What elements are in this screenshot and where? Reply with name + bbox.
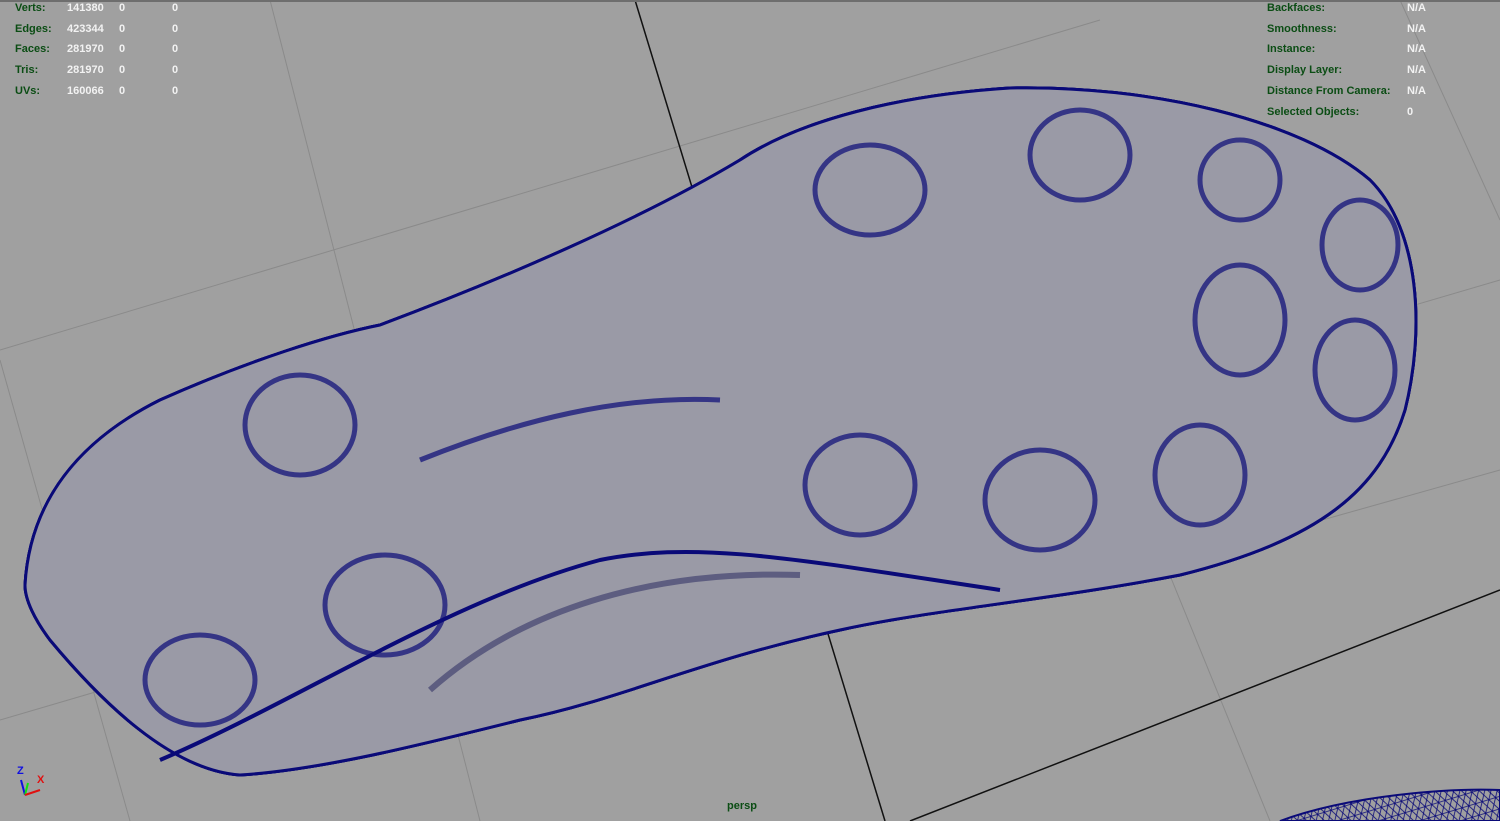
hud-label: Selected Objects:	[1267, 105, 1360, 118]
hud-value: 0	[119, 43, 126, 56]
hud-label: Smoothness:	[1267, 22, 1337, 35]
hud-value: 0	[119, 22, 126, 35]
hud-label: Distance From Camera:	[1267, 84, 1391, 97]
hud-label: Edges:	[15, 22, 52, 35]
hud-value: 281970	[67, 43, 104, 56]
hud-value: 0	[119, 2, 126, 14]
hud-value: 0	[172, 22, 179, 35]
hud-value: 0	[119, 64, 126, 77]
hud-value: 0	[172, 64, 179, 77]
hud-label: UVs:	[15, 84, 41, 97]
hud-label: Instance:	[1267, 43, 1316, 56]
hud-row-uvs: UVs: 160066 0 0	[15, 81, 225, 102]
hud-value: 423344	[67, 22, 104, 35]
perspective-viewport[interactable]	[0, 0, 1500, 821]
hud-row-smoothness: Smoothness: N/A	[1267, 19, 1426, 40]
hud-value: 0	[172, 43, 179, 56]
axis-z-label: Z	[17, 765, 24, 777]
poly-count-hud: Verts: 141380 0 0 Edges: 423344 0 0 Faces: 281970…	[15, 0, 225, 102]
hud-row-backfaces: Backfaces: N/A	[1267, 0, 1426, 19]
hud-row-tris: Tris: 281970 0 0	[15, 60, 225, 81]
hud-label: Tris:	[15, 64, 39, 77]
hud-value: 0	[119, 84, 126, 97]
hud-value: N/A	[1407, 84, 1426, 97]
hud-value: 281970	[67, 64, 104, 77]
hud-value: 0	[172, 2, 179, 14]
hud-label: Backfaces:	[1267, 2, 1326, 14]
hud-label: Display Layer:	[1267, 64, 1343, 77]
hud-value: N/A	[1407, 22, 1426, 35]
hud-value: 141380	[67, 2, 104, 14]
hud-row-instance: Instance: N/A	[1267, 39, 1426, 60]
hud-value: N/A	[1407, 2, 1426, 14]
hud-label: Verts:	[15, 2, 46, 14]
hud-label: Faces:	[15, 43, 50, 56]
shoe-mesh[interactable]	[23, 86, 1500, 821]
camera-name-label: persp	[727, 800, 757, 812]
object-details-hud: Backfaces: N/A Smoothness: N/A Instance: N/A D…	[1267, 0, 1426, 122]
hud-value: 0	[1407, 105, 1414, 118]
hud-row-edges: Edges: 423344 0 0	[15, 19, 225, 40]
hud-value: 0	[172, 84, 179, 97]
hud-row-distance-from-camera: Distance From Camera: N/A	[1267, 81, 1426, 102]
hud-value: N/A	[1407, 43, 1426, 56]
hud-value: 160066	[67, 84, 104, 97]
hud-value: N/A	[1407, 64, 1426, 77]
hud-row-faces: Faces: 281970 0 0	[15, 39, 225, 60]
hud-row-display-layer: Display Layer: N/A	[1267, 60, 1426, 81]
axis-x-label: X	[37, 774, 45, 786]
hud-row-selected-objects: Selected Objects: 0	[1267, 102, 1426, 123]
hud-row-verts: Verts: 141380 0 0	[15, 0, 225, 19]
